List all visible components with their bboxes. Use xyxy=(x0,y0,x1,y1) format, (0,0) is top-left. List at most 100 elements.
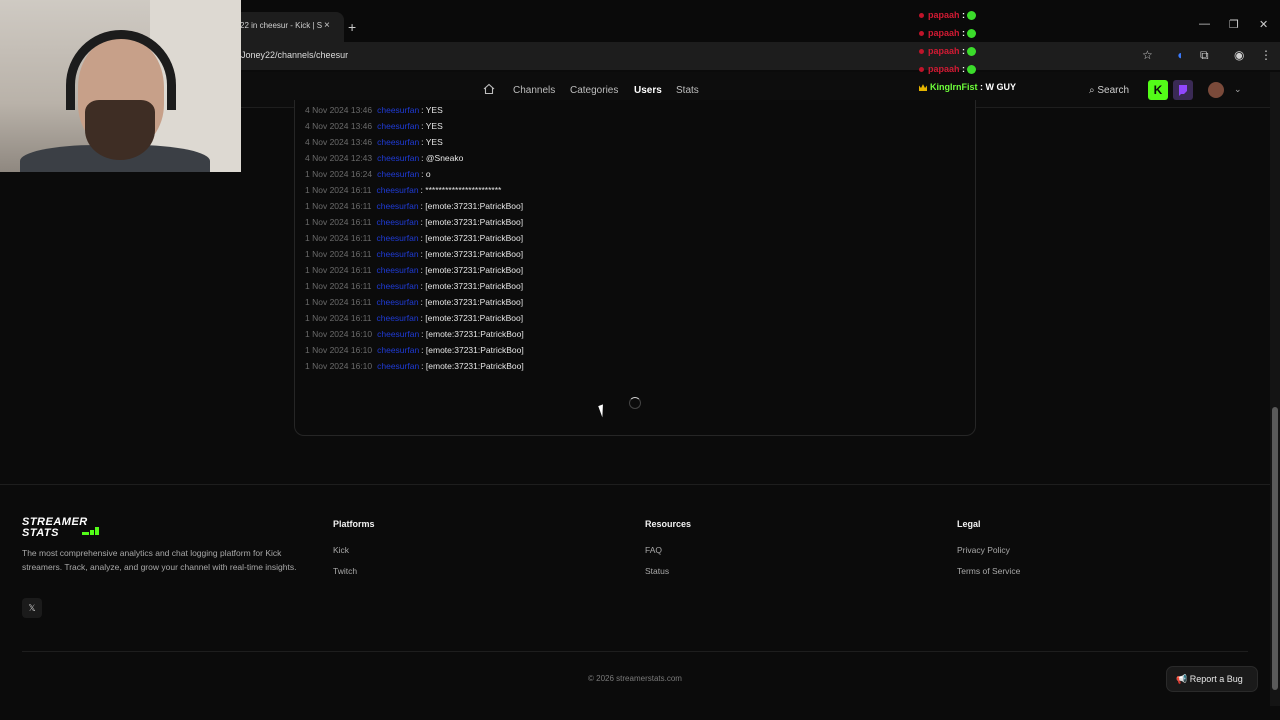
log-username[interactable]: cheesurfan xyxy=(376,249,418,259)
footer-description: The most comprehensive analytics and cha… xyxy=(22,548,297,572)
footer-link-privacy[interactable]: Privacy Policy xyxy=(957,545,1010,555)
webcam-overlay xyxy=(0,0,241,172)
log-username[interactable]: cheesurfan xyxy=(376,281,418,291)
log-timestamp: 1 Nov 2024 16:11 xyxy=(305,249,372,259)
log-username[interactable]: cheesurfan xyxy=(377,361,419,371)
tab-title: 22 in cheesur - Kick | S xyxy=(240,21,323,30)
nav-users[interactable]: Users xyxy=(634,85,662,96)
log-username[interactable]: cheesurfan xyxy=(376,265,418,275)
site-footer xyxy=(0,484,1280,706)
chat-separator: : xyxy=(959,28,966,38)
footer-link-twitch[interactable]: Twitch xyxy=(333,566,357,576)
chat-username: papaah xyxy=(928,28,960,38)
log-timestamp: 4 Nov 2024 13:46 xyxy=(305,105,373,115)
search-button[interactable]: ⌕ Search xyxy=(1089,85,1129,96)
browser-menu-icon[interactable]: ⋮ xyxy=(1260,48,1272,62)
chat-separator: : xyxy=(959,46,966,56)
log-username[interactable]: cheesurfan xyxy=(376,185,418,195)
log-message: : *********************** xyxy=(420,185,502,195)
log-username[interactable]: cheesurfan xyxy=(376,233,418,243)
log-username[interactable]: cheesurfan xyxy=(377,121,419,131)
log-message: : [emote:37231:PatrickBoo] xyxy=(420,201,524,211)
report-bug-button[interactable]: 📢 Report a Bug xyxy=(1166,666,1258,692)
footer-resources-heading: Resources xyxy=(645,519,692,529)
profile-icon[interactable]: ◉ xyxy=(1234,48,1244,62)
twitch-platform-button[interactable] xyxy=(1173,80,1193,100)
footer-link-faq[interactable]: FAQ xyxy=(645,545,662,555)
search-label: Search xyxy=(1097,85,1130,96)
log-username[interactable]: cheesurfan xyxy=(377,153,419,163)
scrollbar-thumb[interactable] xyxy=(1272,407,1278,690)
nav-categories[interactable]: Categories xyxy=(570,85,618,96)
log-timestamp: 1 Nov 2024 16:10 xyxy=(305,345,373,355)
log-timestamp: 4 Nov 2024 13:46 xyxy=(305,137,373,147)
log-message: : [emote:37231:PatrickBoo] xyxy=(420,217,524,227)
chat-log-row: 1 Nov 2024 16:11 cheesurfan: [emote:37231… xyxy=(305,217,523,233)
log-message: : [emote:37231:PatrickBoo] xyxy=(421,345,524,355)
home-icon[interactable] xyxy=(483,83,495,95)
footer-link-terms[interactable]: Terms of Service xyxy=(957,566,1020,576)
url-text[interactable]: Joney22/channels/cheesur xyxy=(241,50,348,60)
tab-close-icon[interactable]: × xyxy=(324,20,330,31)
close-window-icon[interactable]: ✕ xyxy=(1259,18,1268,31)
emote-icon xyxy=(967,65,977,75)
extensions-puzzle-icon[interactable]: ⧉ xyxy=(1200,48,1209,63)
minimize-icon[interactable]: — xyxy=(1199,18,1210,30)
footer-link-status[interactable]: Status xyxy=(645,566,669,576)
chat-log-row: 1 Nov 2024 16:11 cheesurfan: [emote:37231… xyxy=(305,201,523,217)
log-username[interactable]: cheesurfan xyxy=(376,297,418,307)
logo-text-line2: STATS xyxy=(22,527,59,539)
badge-dot-icon xyxy=(919,67,924,73)
user-avatar[interactable] xyxy=(1208,82,1224,98)
nav-channels[interactable]: Channels xyxy=(513,85,555,96)
log-username[interactable]: cheesurfan xyxy=(377,345,419,355)
log-username[interactable]: cheesurfan xyxy=(377,105,419,115)
log-timestamp: 1 Nov 2024 16:11 xyxy=(305,265,372,275)
stream-chat-line: papaah : xyxy=(919,64,977,75)
log-message: : [emote:37231:PatrickBoo] xyxy=(421,329,524,339)
log-message: : o xyxy=(421,169,431,179)
footer-link-kick[interactable]: Kick xyxy=(333,545,349,555)
chat-log-row: 1 Nov 2024 16:11 cheesurfan: [emote:37231… xyxy=(305,297,523,313)
chat-log-row: 4 Nov 2024 13:46 cheesurfan: YES xyxy=(305,121,443,137)
x-social-icon[interactable]: 𝕏 xyxy=(22,598,42,618)
chevron-down-icon[interactable]: ⌄ xyxy=(1234,84,1242,95)
log-timestamp: 1 Nov 2024 16:10 xyxy=(305,329,373,339)
emote-icon xyxy=(967,47,977,57)
nav-stats[interactable]: Stats xyxy=(676,85,699,96)
log-message: : [emote:37231:PatrickBoo] xyxy=(420,265,524,275)
footer-platforms-heading: Platforms xyxy=(333,519,375,529)
chat-log-row: 1 Nov 2024 16:10 cheesurfan: [emote:37231… xyxy=(305,345,524,361)
log-username[interactable]: cheesurfan xyxy=(376,201,418,211)
loading-spinner-icon xyxy=(629,397,641,409)
log-username[interactable]: cheesurfan xyxy=(377,137,419,147)
chat-separator: : xyxy=(959,10,966,20)
kick-platform-button[interactable]: K xyxy=(1148,80,1168,100)
chat-log-row: 1 Nov 2024 16:10 cheesurfan: [emote:37231… xyxy=(305,361,524,377)
restore-icon[interactable]: ❐ xyxy=(1229,18,1239,31)
new-tab-icon[interactable]: + xyxy=(348,19,356,35)
log-username[interactable]: cheesurfan xyxy=(376,313,418,323)
log-username[interactable]: cheesurfan xyxy=(377,169,419,179)
log-username[interactable]: cheesurfan xyxy=(377,329,419,339)
chat-username: papaah xyxy=(928,10,960,20)
log-username[interactable]: cheesurfan xyxy=(376,217,418,227)
log-timestamp: 1 Nov 2024 16:24 xyxy=(305,169,373,179)
extension-audio-icon[interactable]: ◖ xyxy=(1176,48,1183,62)
log-timestamp: 4 Nov 2024 13:46 xyxy=(305,121,373,131)
emote-icon xyxy=(967,29,977,39)
copyright-text: © 2026 streamerstats.com xyxy=(588,674,682,683)
bookmark-star-icon[interactable]: ☆ xyxy=(1142,48,1153,62)
stream-chat-king-line: KingIrnFist : W GUY xyxy=(919,82,1016,92)
twitch-icon xyxy=(1179,85,1187,96)
log-timestamp: 1 Nov 2024 16:11 xyxy=(305,313,372,323)
log-timestamp: 1 Nov 2024 16:11 xyxy=(305,201,372,211)
chat-log-row: 1 Nov 2024 16:10 cheesurfan: [emote:37231… xyxy=(305,329,524,345)
log-message: : [emote:37231:PatrickBoo] xyxy=(420,233,524,243)
stream-chat-line: papaah : xyxy=(919,28,977,39)
log-message: : @Sneako xyxy=(421,153,464,163)
footer-divider xyxy=(22,651,1248,652)
chat-username: papaah xyxy=(928,46,960,56)
chat-log-row: 1 Nov 2024 16:11 cheesurfan: [emote:37231… xyxy=(305,281,523,297)
log-timestamp: 1 Nov 2024 16:11 xyxy=(305,217,372,227)
